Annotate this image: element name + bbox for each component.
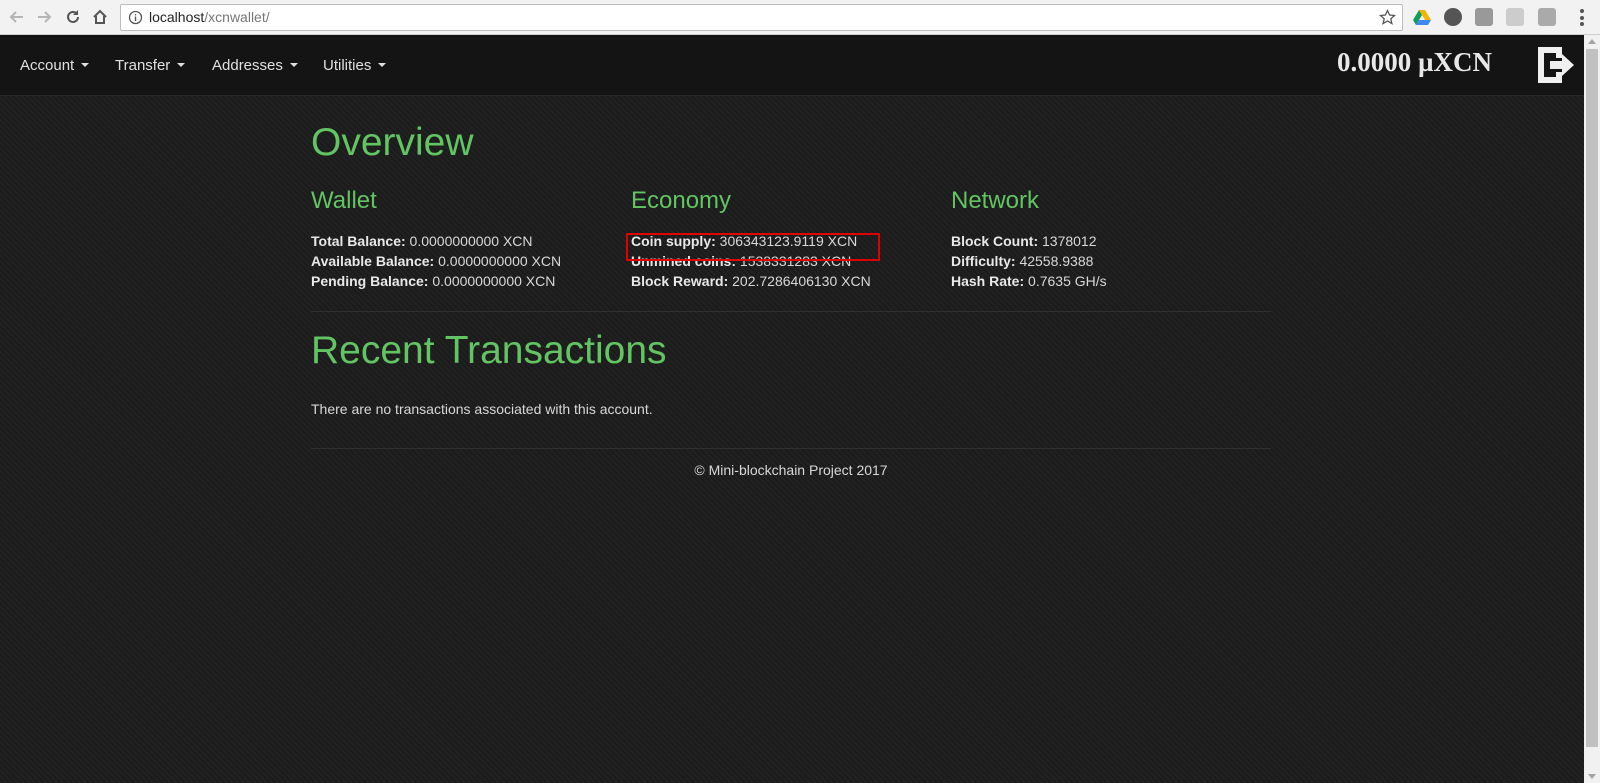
available-balance: Available Balance: 0.0000000000 XCN — [311, 253, 561, 269]
lock-extension-icon[interactable] — [1538, 8, 1556, 26]
stat-value: 0.0000000000 XCN — [409, 233, 533, 249]
economy-heading: Economy — [631, 187, 732, 214]
stat-value: 0.0000000000 XCN — [438, 253, 562, 269]
no-transactions-message: There are no transactions associated wit… — [311, 401, 653, 417]
back-button[interactable] — [6, 6, 28, 28]
stat-label: Available Balance: — [311, 253, 435, 269]
stat-label: Difficulty: — [951, 253, 1016, 269]
puzzle-extension-icon[interactable] — [1506, 8, 1524, 26]
stat-value: 202.7286406130 XCN — [732, 273, 871, 289]
back-arrow-icon — [9, 11, 23, 23]
footer-copyright: © Mini-blockchain Project 2017 — [694, 462, 888, 478]
caret-down-icon — [378, 63, 387, 67]
cast-extension-icon[interactable] — [1444, 8, 1462, 26]
section-divider — [311, 311, 1271, 312]
address-bar[interactable]: localhost/xcnwallet/ — [120, 4, 1403, 31]
menu-utilities[interactable]: Utilities — [323, 35, 387, 95]
coin-supply-highlight-box — [626, 233, 880, 261]
pending-balance: Pending Balance: 0.0000000000 XCN — [311, 273, 555, 289]
recent-transactions-title: Recent Transactions — [311, 329, 667, 372]
info-icon[interactable] — [128, 10, 143, 25]
balance-display: 0.0000 µXCN — [1336, 47, 1492, 77]
menu-account[interactable]: Account — [20, 35, 90, 95]
wallet-heading: Wallet — [311, 187, 377, 214]
stat-label: Hash Rate: — [951, 273, 1025, 289]
url-text: localhost/xcnwallet/ — [149, 9, 270, 25]
menu-addresses-label: Addresses — [212, 56, 283, 74]
forward-arrow-icon — [38, 11, 52, 23]
forward-button[interactable] — [33, 6, 55, 28]
block-reward: Block Reward: 202.7286406130 XCN — [631, 273, 871, 289]
overview-title: Overview — [311, 121, 474, 164]
logout-icon[interactable] — [1534, 44, 1576, 86]
url-path: /xcnwallet/ — [204, 9, 270, 25]
browser-menu-icon[interactable] — [1580, 9, 1584, 26]
url-host: localhost — [149, 9, 205, 25]
browser-toolbar: localhost/xcnwallet/ — [0, 0, 1600, 35]
page-scrollbar[interactable] — [1584, 35, 1600, 783]
menu-utilities-label: Utilities — [323, 56, 372, 74]
stat-label: Pending Balance: — [311, 273, 429, 289]
caret-down-icon — [177, 63, 186, 67]
scroll-down-arrow-icon[interactable] — [1588, 774, 1596, 779]
stat-value: 42558.9388 — [1019, 253, 1094, 269]
scrollbar-thumb[interactable] — [1586, 49, 1598, 747]
caret-down-icon — [289, 63, 298, 67]
home-button[interactable] — [89, 6, 111, 28]
menu-transfer[interactable]: Transfer — [115, 35, 186, 95]
hash-rate: Hash Rate: 0.7635 GH/s — [951, 273, 1107, 289]
navbar: Account Transfer Addresses Utilities 0.0… — [0, 35, 1584, 96]
total-balance: Total Balance: 0.0000000000 XCN — [311, 233, 533, 249]
footer-divider — [311, 448, 1271, 449]
difficulty: Difficulty: 42558.9388 — [951, 253, 1093, 269]
bookmark-star-icon[interactable] — [1379, 9, 1396, 26]
stat-label: Block Count: — [951, 233, 1039, 249]
reload-button[interactable] — [62, 6, 84, 28]
google-drive-extension-icon[interactable] — [1413, 8, 1431, 26]
stat-label: Total Balance: — [311, 233, 406, 249]
stat-value: 0.7635 GH/s — [1028, 273, 1107, 289]
home-icon — [93, 9, 107, 24]
stat-label: Block Reward: — [631, 273, 729, 289]
block-count: Block Count: 1378012 — [951, 233, 1097, 249]
menu-transfer-label: Transfer — [115, 56, 171, 74]
menu-account-label: Account — [20, 56, 75, 74]
wallet-page: Account Transfer Addresses Utilities 0.0… — [0, 35, 1584, 783]
extension-icon[interactable] — [1475, 8, 1493, 26]
scroll-up-arrow-icon[interactable] — [1588, 39, 1596, 44]
caret-down-icon — [81, 63, 90, 67]
stat-value: 1378012 — [1042, 233, 1097, 249]
menu-addresses[interactable]: Addresses — [212, 35, 298, 95]
stat-value: 0.0000000000 XCN — [432, 273, 556, 289]
network-heading: Network — [951, 187, 1040, 214]
reload-icon — [67, 10, 79, 23]
